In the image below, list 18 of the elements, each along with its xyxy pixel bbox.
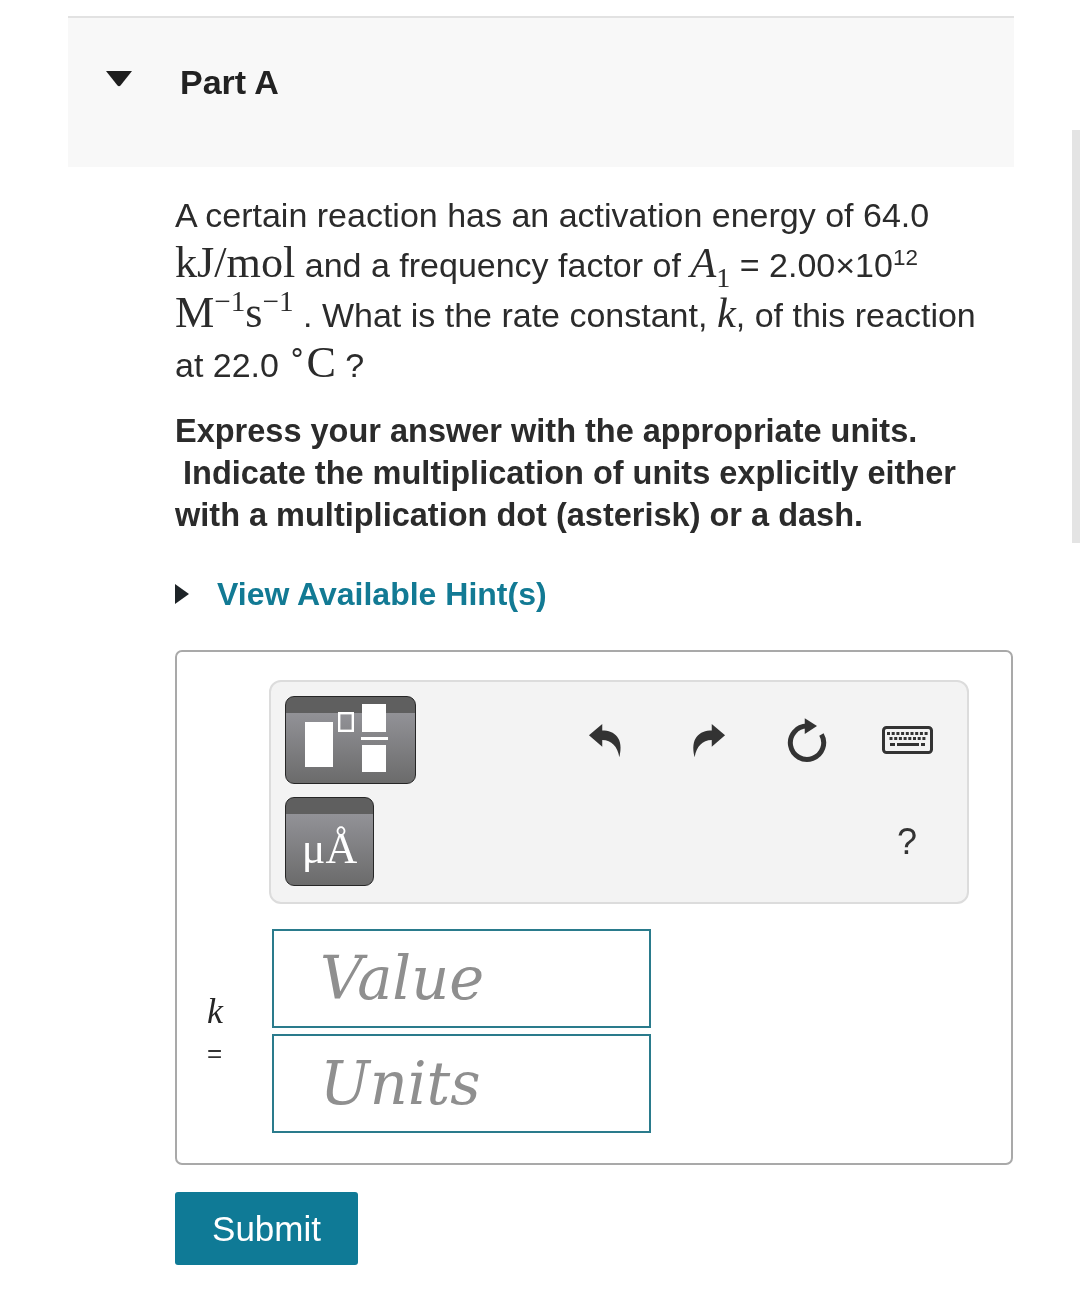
help-button[interactable]: ? (895, 820, 919, 863)
keyboard-button[interactable] (879, 724, 935, 756)
equals-sign: = (207, 1037, 223, 1070)
submit-button[interactable]: Submit (175, 1192, 358, 1265)
circular-arrow-icon (787, 717, 827, 763)
instructions-text: Express your answer with the appropriate units. Indicate the multiplication of units explicitly either with a multiplication dot (asterisk) or a dash. (175, 412, 957, 535)
templates-button[interactable] (285, 696, 416, 784)
value-field[interactable]: Value (272, 929, 651, 1028)
part-title: Part A (180, 62, 279, 102)
scrollbar-thumb[interactable] (1072, 130, 1080, 543)
units-button[interactable]: μÅ (285, 797, 374, 886)
part-header[interactable]: Part A (68, 18, 1014, 167)
fraction-template-icon (305, 704, 388, 772)
variable-label: k (207, 990, 223, 1033)
units-field[interactable]: Units (272, 1034, 651, 1133)
question-text: A certain reaction has an activation energy of 64.0 kJ/mol and a frequency factor of A$_{1}$ = 2.00×10$^{12}$ M$^{−1}$s$^{−1}$ . What is the rate constant, k, of this reaction at 22.0 $^{∘}$C ? (175, 195, 977, 389)
view-hints-link[interactable]: View Available Hint(s) (175, 574, 547, 614)
keyboard-icon (881, 726, 933, 754)
